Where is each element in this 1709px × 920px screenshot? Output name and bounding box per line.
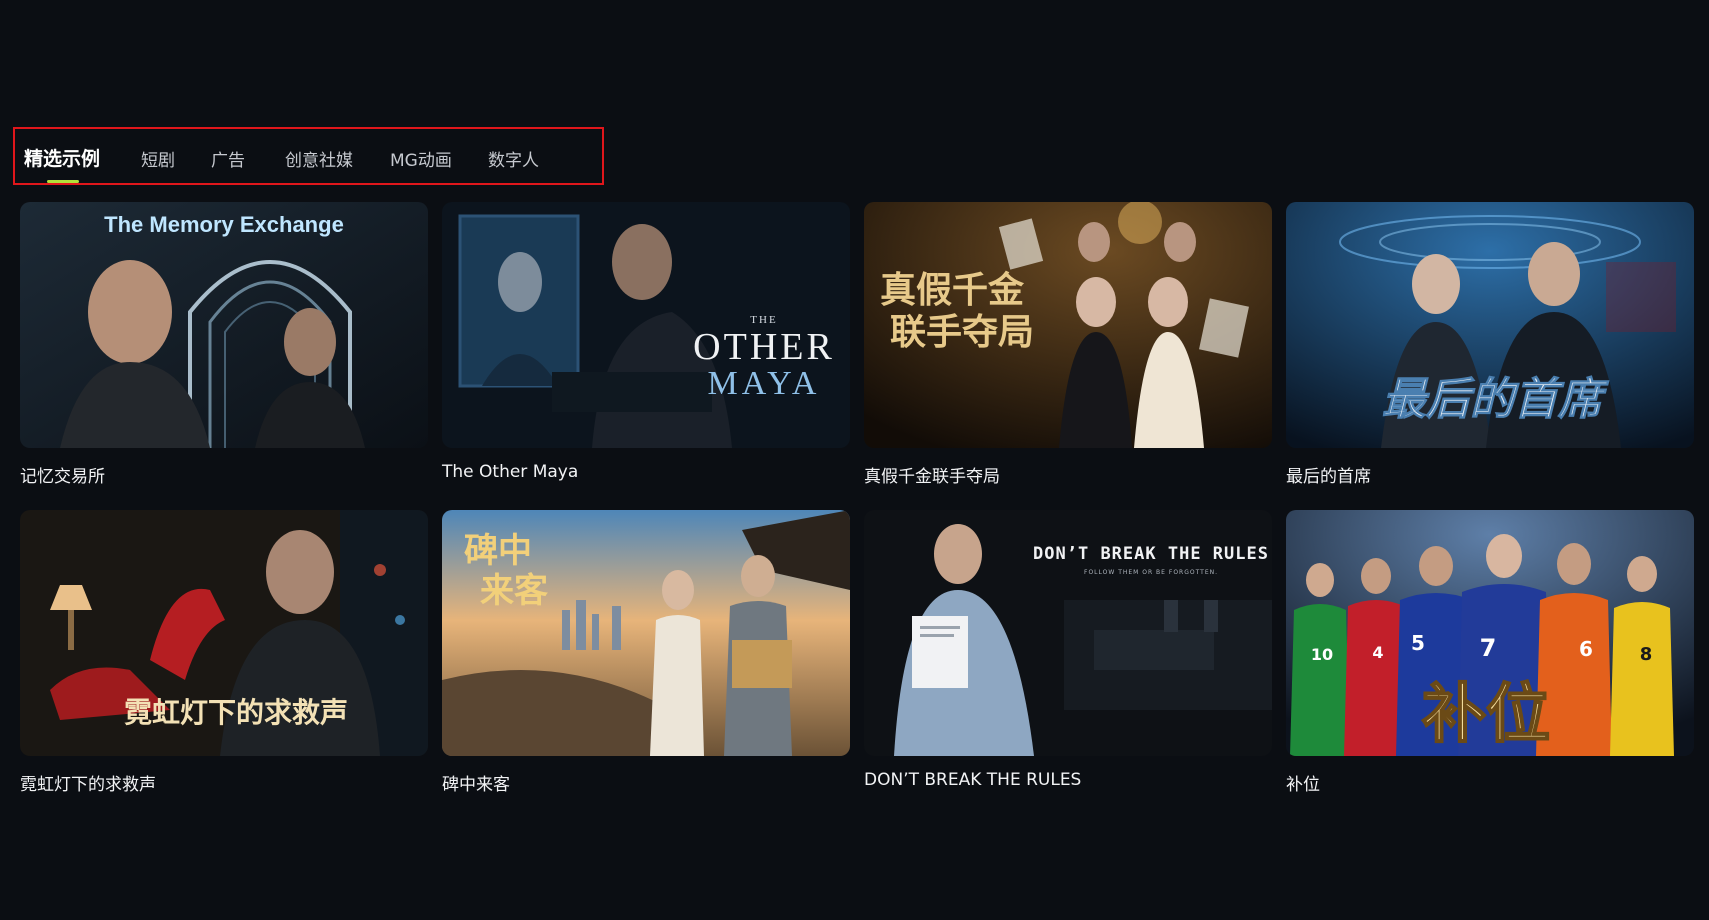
- jersey-number: 10: [1311, 645, 1333, 664]
- poster-title: 最后的首席: [1382, 374, 1609, 425]
- card-title: 霓虹灯下的求救声: [20, 775, 156, 795]
- poster-title-line1: OTHER: [693, 326, 835, 368]
- poster-title-line1: 碑中: [464, 531, 532, 571]
- active-tab-indicator: [47, 180, 79, 183]
- card-substitute[interactable]: 10 4 5 7 6 8 补位 补位: [1286, 510, 1694, 795]
- poster-title: DON’T BREAK THE RULES: [1033, 544, 1269, 564]
- tab-digital-human[interactable]: 数字人: [488, 146, 539, 171]
- card-guest-from-stele[interactable]: 碑中 来客 碑中来客: [442, 510, 850, 795]
- card-thumbnail: 最后的首席: [1286, 202, 1694, 448]
- card-title: 碑中来客: [442, 775, 510, 795]
- card-dont-break-the-rules[interactable]: DON’T BREAK THE RULES FOLLOW THEM OR BE …: [864, 510, 1272, 790]
- card-thumbnail: 真假千金 联手夺局: [864, 202, 1272, 448]
- card-the-other-maya[interactable]: THE OTHER MAYA The Other Maya: [442, 202, 850, 482]
- gallery-page: 精选示例 短剧 广告 创意社媒 MG动画 数字人 The Memory Exch…: [0, 0, 1709, 920]
- category-tabs: 精选示例 短剧 广告 创意社媒 MG动画 数字人: [13, 127, 604, 185]
- card-title: 真假千金联手夺局: [864, 467, 1000, 487]
- card-thumbnail: DON’T BREAK THE RULES FOLLOW THEM OR BE …: [864, 510, 1272, 756]
- poster-title: 霓虹灯下的求救声: [124, 696, 348, 729]
- poster-title: The Memory Exchange: [104, 212, 344, 237]
- card-last-chief[interactable]: 最后的首席 最后的首席: [1286, 202, 1694, 487]
- card-title: 补位: [1286, 775, 1320, 795]
- jersey-number: 5: [1411, 631, 1425, 655]
- card-neon-distress-call[interactable]: 霓虹灯下的求救声 霓虹灯下的求救声: [20, 510, 428, 795]
- tab-mg-animation[interactable]: MG动画: [390, 146, 452, 171]
- jersey-number: 8: [1640, 644, 1653, 665]
- jersey-number: 7: [1480, 634, 1497, 662]
- card-thumbnail: THE OTHER MAYA: [442, 202, 850, 448]
- poster-subtitle: FOLLOW THEM OR BE FORGOTTEN.: [1084, 569, 1218, 576]
- card-thumbnail: 10 4 5 7 6 8 补位: [1286, 510, 1694, 756]
- tab-featured[interactable]: 精选示例: [24, 144, 100, 171]
- card-title: DON’T BREAK THE RULES: [864, 770, 1082, 790]
- poster-kicker: THE: [750, 314, 777, 326]
- poster-title-line2: 来客: [480, 571, 548, 611]
- card-memory-exchange[interactable]: The Memory Exchange 记忆交易所: [20, 202, 428, 487]
- tab-short-drama[interactable]: 短剧: [141, 146, 175, 171]
- poster-title-line2: MAYA: [707, 365, 820, 402]
- jersey-number: 4: [1372, 643, 1383, 662]
- poster-title-line2: 联手夺局: [890, 311, 1034, 353]
- jersey-number: 6: [1579, 637, 1593, 661]
- card-thumbnail: 霓虹灯下的求救声: [20, 510, 428, 756]
- card-title: 记忆交易所: [20, 467, 105, 487]
- tab-ads[interactable]: 广告: [211, 146, 245, 171]
- card-true-false-heiress[interactable]: 真假千金 联手夺局 真假千金联手夺局: [864, 202, 1272, 487]
- card-title: The Other Maya: [442, 462, 579, 482]
- card-thumbnail: 碑中 来客: [442, 510, 850, 756]
- tab-creative-social[interactable]: 创意社媒: [285, 146, 353, 171]
- card-thumbnail: The Memory Exchange: [20, 202, 428, 448]
- poster-title-line1: 真假千金: [880, 269, 1025, 311]
- poster-title: 补位: [1422, 677, 1550, 752]
- card-title: 最后的首席: [1286, 467, 1371, 487]
